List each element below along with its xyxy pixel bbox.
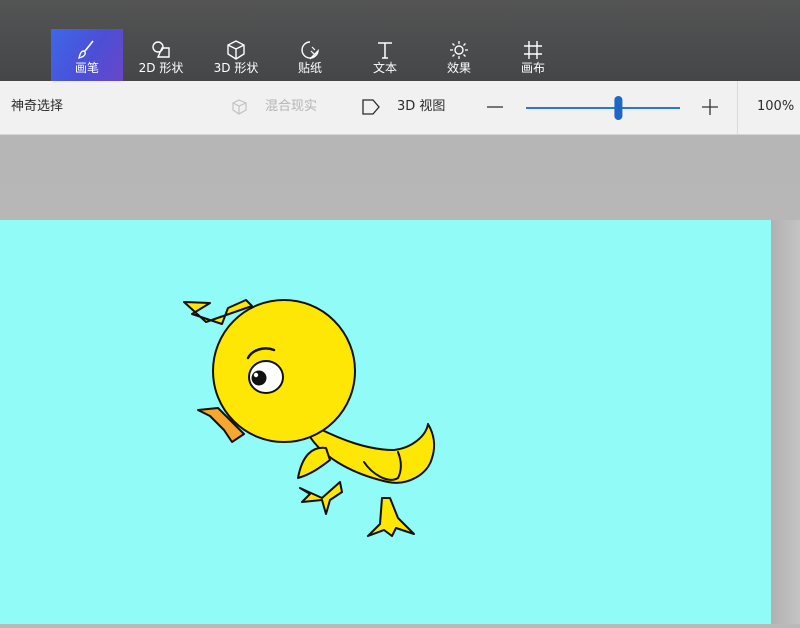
- tool-2d-shapes[interactable]: 2D 形状: [125, 29, 197, 81]
- zoom-slider-thumb[interactable]: [614, 96, 623, 120]
- top-ribbon: 画笔 2D 形状 3D 形状 贴纸 文本 效果 画布: [0, 0, 800, 81]
- mixed-reality-button[interactable]: 混合现实: [265, 99, 317, 115]
- text-icon: [378, 42, 392, 59]
- tool-brushes[interactable]: 画笔: [51, 29, 123, 81]
- sticker-icon: [301, 41, 319, 60]
- zoom-slider[interactable]: [520, 95, 686, 121]
- tool-stickers-label: 贴纸: [297, 61, 322, 75]
- shapes-2d-icon: [152, 41, 170, 58]
- tool-canvas-label: 画布: [520, 61, 545, 75]
- mixed-reality-icon: [232, 99, 247, 115]
- tool-options-bar: 神奇选择 混合现实 3D 视图 100%: [0, 81, 800, 135]
- tool-text-label: 文本: [372, 61, 397, 75]
- drawing-canvas[interactable]: [0, 220, 771, 624]
- tool-stickers[interactable]: 贴纸: [274, 29, 346, 81]
- tool-3d-shapes[interactable]: 3D 形状: [200, 29, 272, 81]
- duckling-pupil: [251, 370, 267, 386]
- sun-icon: [450, 41, 468, 59]
- tool-2d-shapes-label: 2D 形状: [138, 61, 184, 75]
- tool-canvas[interactable]: 画布: [497, 29, 569, 81]
- duckling-eye-highlight: [253, 372, 259, 378]
- duckling-right-foot: [367, 497, 415, 537]
- tool-brushes-label: 画笔: [74, 61, 99, 75]
- canvas-margin: [771, 220, 800, 624]
- zoom-in-icon[interactable]: [700, 97, 720, 117]
- duckling-left-foot: [299, 481, 343, 515]
- tool-effects-label: 效果: [446, 61, 471, 75]
- duckling-drawing: [183, 299, 436, 537]
- cube-icon: [227, 40, 245, 60]
- canvas-icon: [524, 41, 542, 59]
- zoom-percent-label[interactable]: 100%: [757, 99, 794, 115]
- brush-icon: [78, 40, 94, 59]
- duckling-head: [212, 299, 356, 443]
- magic-select-button[interactable]: 神奇选择: [11, 99, 63, 115]
- zoom-divider: [737, 81, 738, 134]
- zoom-out-icon[interactable]: [485, 97, 505, 117]
- tool-effects[interactable]: 效果: [423, 29, 495, 81]
- tool-text[interactable]: 文本: [349, 29, 421, 81]
- view-3d-icon: [362, 99, 380, 115]
- duckling-back-leg: [297, 446, 331, 479]
- view-3d-button[interactable]: 3D 视图: [397, 99, 445, 115]
- tool-3d-shapes-label: 3D 形状: [213, 61, 259, 75]
